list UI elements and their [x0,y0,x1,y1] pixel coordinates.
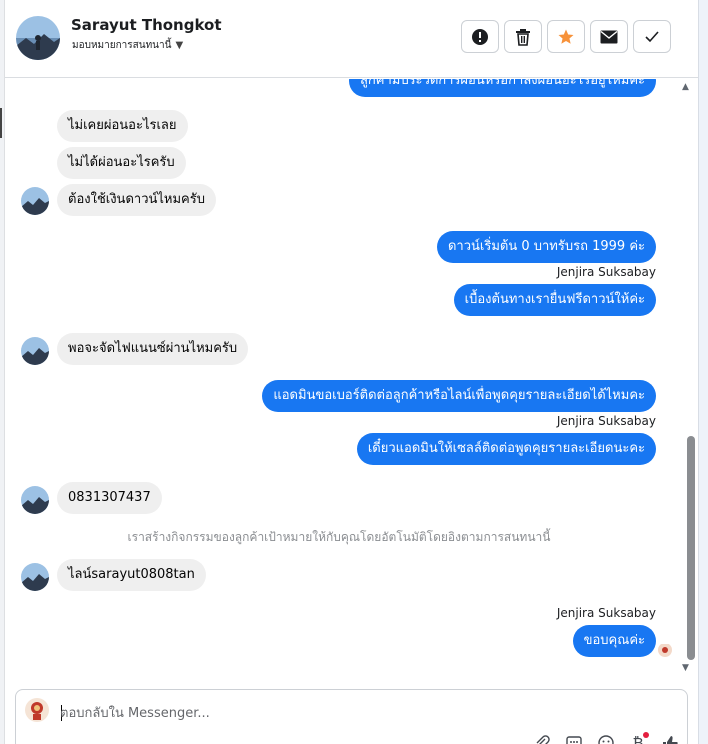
check-icon [645,30,659,42]
outgoing-message-bubble[interactable]: เดี๋ยวแอดมินให้เซลล์ติดต่อพูดคุยรายละเอี… [356,433,656,465]
sender-name: Jenjira Suksabay [556,606,656,620]
contact-avatar-small [21,337,49,365]
page-avatar [25,698,49,722]
chevron-down-icon: ▼ [175,40,184,51]
thumbs-up-icon [663,736,678,744]
outgoing-message-bubble[interactable]: ดาวน์เริ่มต้น 0 บาทรับรถ 1999 ค่ะ [436,231,656,263]
assign-conversation-label: มอบหมายการสนทนานี้ [72,40,172,51]
payment-button[interactable]: ₿ [627,732,649,744]
seen-indicator-avatar [658,643,672,657]
saved-replies-icon [566,736,582,744]
incoming-message-bubble[interactable]: 0831307437 [57,482,162,514]
window-edge-mark [0,108,2,138]
scroll-down-arrow-icon[interactable]: ▼ [682,663,689,673]
trash-icon [516,28,530,46]
notification-dot [643,732,649,738]
contact-avatar[interactable] [16,16,60,60]
assign-conversation-dropdown[interactable]: มอบหมายการสนทนานี้ ▼ [72,38,183,53]
sender-name: Jenjira Suksabay [556,414,656,428]
scroll-up-arrow-icon[interactable]: ▲ [682,82,689,92]
emoji-icon [598,735,614,744]
message-composer: ₿ [15,689,688,744]
outgoing-message-bubble[interactable]: แอดมินขอเบอร์ติดต่อลูกค้าหรือไลน์เพื่อพู… [262,380,656,412]
currency-icon: ₿ [632,734,644,744]
paperclip-icon [536,735,550,744]
star-button[interactable] [547,20,585,53]
conversation-header: Sarayut Thongkot มอบหมายการสนทนานี้ ▼ [5,0,698,78]
incoming-message-bubble[interactable]: ไม่ได้ผ่อนอะไรครับ [57,147,186,179]
contact-avatar-small [21,486,49,514]
incoming-message-bubble[interactable]: ไลน์sarayut0808tan [57,559,206,591]
saved-replies-button[interactable] [563,732,585,744]
emoji-button[interactable] [595,732,617,744]
contact-name: Sarayut Thongkot [71,16,222,34]
mark-done-button[interactable] [633,20,671,53]
outgoing-message-bubble[interactable]: ขอบคุณค่ะ [572,625,656,657]
attach-button[interactable] [531,732,553,744]
contact-avatar-small [21,187,49,215]
mark-spam-button[interactable] [461,20,499,53]
like-button[interactable] [659,732,681,744]
outgoing-message-bubble[interactable]: เบื้องต้นทางเรายื่นฟรีดาวน์ให้ค่ะ [453,284,656,316]
system-notice: เราสร้างกิจกรรมของลูกค้าเป้าหมายให้กับคุ… [127,530,551,544]
scrollbar-thumb[interactable] [687,436,695,660]
incoming-message-bubble[interactable]: ไม่เคยผ่อนอะไรเลย [57,110,188,142]
header-actions [461,20,671,53]
star-icon [558,29,574,44]
message-thread: ลูกค้ามีประวัติการผ่อนหรือกำลังผ่อนอะไรอ… [5,79,685,679]
incoming-message-bubble[interactable]: ต้องใช้เงินดาวน์ไหมครับ [57,184,216,216]
incoming-message-bubble[interactable]: พอจะจัดไฟแนนซ์ผ่านไหมครับ [57,333,249,365]
reply-input[interactable] [60,702,620,724]
delete-button[interactable] [504,20,542,53]
envelope-icon [600,30,618,43]
composer-toolbar: ₿ [531,732,681,744]
mark-unread-button[interactable] [590,20,628,53]
sender-name: Jenjira Suksabay [556,265,656,279]
right-panel-edge [698,0,708,744]
outgoing-message-bubble[interactable]: ลูกค้ามีประวัติการผ่อนหรือกำลังผ่อนอะไรอ… [348,79,656,97]
contact-avatar-small [21,563,49,591]
alert-circle-icon [472,28,488,45]
